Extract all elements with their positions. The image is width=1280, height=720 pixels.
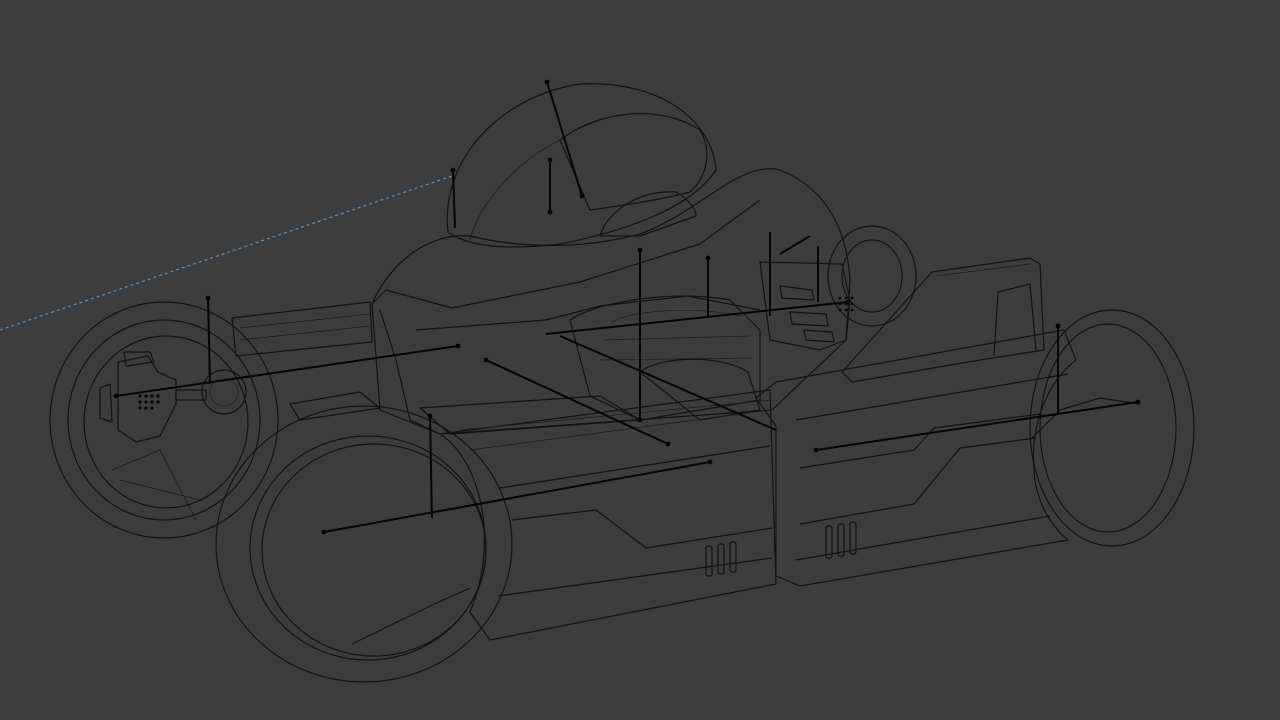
bone-axle-left[interactable] <box>115 345 459 397</box>
canopy-dome[interactable] <box>446 83 717 248</box>
bone-axle-front[interactable] <box>323 461 711 533</box>
wheel-back-left[interactable] <box>49 301 279 539</box>
bone-axle-rear[interactable] <box>815 401 1139 451</box>
hub-dots <box>138 394 160 410</box>
main-body[interactable] <box>371 168 851 435</box>
front-pod-right[interactable] <box>755 329 1077 587</box>
bone-wheel-left-up[interactable] <box>207 297 211 385</box>
3d-viewport[interactable] <box>0 0 1280 720</box>
wireframe-scene[interactable] <box>0 0 1280 720</box>
wheel-rear-small[interactable] <box>827 225 917 327</box>
wheel-hub-left[interactable] <box>99 351 247 443</box>
bone-engine-c[interactable] <box>779 235 811 255</box>
pod-vents-left <box>705 541 737 577</box>
wheel-front-left[interactable] <box>215 405 513 683</box>
rear-fin[interactable] <box>841 257 1045 383</box>
front-pod-left[interactable] <box>439 389 777 641</box>
engine-dots <box>838 296 854 312</box>
bone-joints <box>113 79 1141 535</box>
bone-helmet-top[interactable] <box>546 81 583 197</box>
wheel-back-right[interactable] <box>1029 309 1195 547</box>
parent-relation-line <box>0 175 453 331</box>
bone-body-main[interactable] <box>545 301 849 335</box>
armature[interactable] <box>113 79 1141 535</box>
